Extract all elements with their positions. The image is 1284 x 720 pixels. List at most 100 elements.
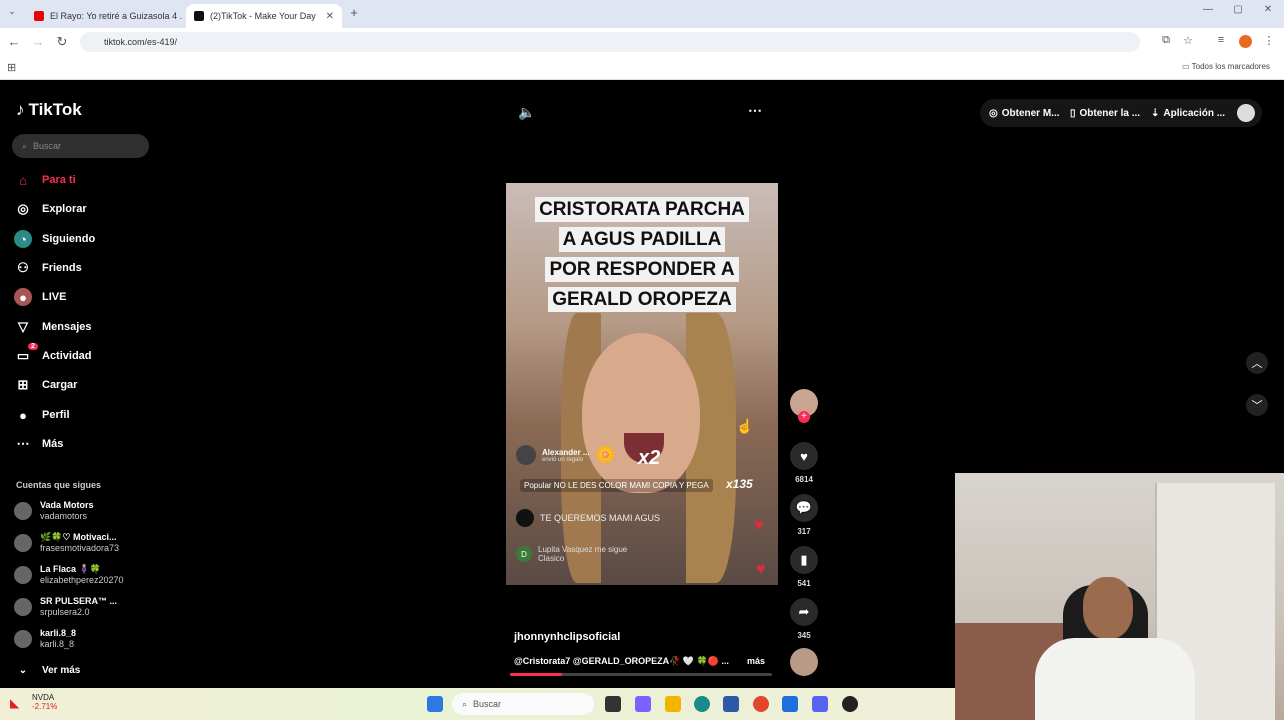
taskbar-search[interactable]: ⌕ Buscar [452, 693, 594, 715]
youtube-icon [34, 11, 44, 21]
account-user: karli.8_8 [40, 639, 75, 649]
following-section-title: Cuentas que sigues [16, 480, 102, 490]
get-coins-button[interactable]: ◎ Obtener M... [989, 102, 1060, 124]
music-disc-icon [790, 648, 818, 676]
tab-tiktok[interactable]: (2)TikTok - Make Your Day ✕ [186, 4, 342, 28]
obs-icon[interactable] [842, 696, 858, 712]
video-author[interactable]: jhonnynhclipsoficial [514, 631, 620, 643]
profile-icon: ● [19, 407, 27, 423]
account-name: La Flaca 🧍🏼‍♀️🍀 [40, 564, 101, 574]
task-view-icon[interactable] [605, 696, 621, 712]
bookmark-button[interactable]: ▮ 541 [790, 546, 818, 588]
url-text: tiktok.com/es-419/ [104, 37, 178, 47]
music-disc[interactable] [790, 648, 818, 676]
volume-icon[interactable]: 🔈 [518, 104, 535, 121]
close-window-icon[interactable]: ✕ [1260, 4, 1276, 15]
bookmarks-bar: ⊞ ▭ Todos los marcadores [0, 56, 1284, 80]
bookmark-icon: ▮ [790, 546, 818, 574]
nav-perfil[interactable]: ● Perfil [14, 404, 69, 426]
more-link[interactable]: más [747, 656, 765, 666]
chrome-icon[interactable] [753, 696, 769, 712]
desktop-app-button[interactable]: ⇣ Aplicación ... [1151, 102, 1225, 124]
person-body [1035, 638, 1195, 720]
browser-chrome: ⌄ El Rayo: Yo retiré a Guizasola 4 ... ✕… [0, 0, 1284, 80]
search-icon: ⌕ [22, 140, 28, 151]
more-icon: ⋯ [16, 436, 30, 451]
star-icon[interactable]: ☆ [1180, 34, 1196, 47]
video-player[interactable]: CRISTORATA PARCHA A AGUS PADILLA POR RES… [506, 183, 778, 585]
following-account[interactable]: SR PULSERA™ ... srpulsera2.0 [14, 596, 117, 618]
app-icon[interactable] [782, 696, 798, 712]
nav-siguiendo[interactable]: ◔ Siguiendo [14, 228, 95, 250]
store-icon[interactable] [723, 696, 739, 712]
popular-banner: Popular NO LE DES COLOR MAMI COPIA Y PEG… [520, 479, 713, 492]
nav-explorar[interactable]: ◎ Explorar [14, 198, 86, 220]
maximize-icon[interactable]: ▢ [1230, 4, 1246, 15]
address-bar-row: ← → ↻ tiktok.com/es-419/ ⧉ ☆ ≡ ⋮ [0, 28, 1284, 56]
nav-live[interactable]: ● LIVE [14, 286, 66, 308]
video-progress-bar[interactable] [510, 673, 772, 676]
profile-avatar[interactable] [1239, 35, 1252, 48]
minimize-icon[interactable]: — [1200, 4, 1216, 15]
see-more-button[interactable]: ⌄ Ver más [14, 659, 81, 681]
discord-icon[interactable] [812, 696, 828, 712]
close-tab-icon[interactable]: ✕ [326, 11, 334, 22]
following-account[interactable]: La Flaca 🧍🏼‍♀️🍀 elizabethperez20270 [14, 564, 124, 586]
apps-grid-icon[interactable]: ⊞ [7, 61, 16, 74]
following-icon: ◔ [14, 230, 32, 248]
account-user: frasesmotivadora73 [40, 543, 120, 553]
cursor-icon: ☝ [736, 418, 754, 434]
comment-text: Lupita Vasquez me sigue [538, 545, 628, 554]
more-options-icon[interactable]: ⋯ [748, 102, 762, 119]
back-icon[interactable]: ← [6, 34, 22, 49]
caption-line: CRISTORATA PARCHA [535, 197, 749, 222]
nav-friends[interactable]: ⚇ Friends [14, 257, 82, 279]
tab-youtube[interactable]: El Rayo: Yo retiré a Guizasola 4 ... ✕ [26, 4, 182, 28]
stock-label: NVDA [32, 693, 55, 702]
account-name: Vada Motors [40, 500, 94, 510]
copilot-icon[interactable] [635, 696, 651, 712]
video-caption: CRISTORATA PARCHA A AGUS PADILLA POR RES… [516, 195, 768, 315]
user-avatar[interactable] [1237, 104, 1255, 122]
windows-start-icon[interactable] [427, 696, 443, 712]
messages-icon: ▽ [18, 319, 28, 334]
nav-actividad[interactable]: ▭ 2 Actividad [14, 343, 92, 367]
download-icon: ⇣ [1151, 107, 1160, 119]
avatar [516, 509, 534, 527]
install-icon[interactable]: ⧉ [1158, 34, 1174, 47]
like-count: 6814 [795, 475, 813, 484]
all-bookmarks[interactable]: ▭ Todos los marcadores [1182, 62, 1270, 71]
following-account[interactable]: karli.8_8 karli.8_8 [14, 628, 76, 650]
like-button[interactable]: ♥ 6814 [790, 442, 818, 484]
stock-widget[interactable]: NVDA -2.71% [32, 693, 57, 711]
nav-para-ti[interactable]: ⌂ Para ti [14, 169, 76, 191]
follow-plus-icon[interactable]: + [798, 411, 810, 423]
progress-fill [510, 673, 563, 676]
edge-icon[interactable] [694, 696, 710, 712]
video-description: @Cristorata7 @GERALD_OROPEZA🥀 🤍 🍀🔴 ... [514, 656, 729, 666]
share-button[interactable]: ➦ 345 [790, 598, 818, 640]
previous-video-button[interactable]: ︿ [1246, 352, 1268, 374]
reload-icon[interactable]: ↻ [54, 34, 70, 50]
check-circle-icon: ◎ [989, 107, 998, 119]
comment-button[interactable]: 💬 317 [790, 494, 818, 536]
next-video-button[interactable]: ﹀ [1246, 394, 1268, 416]
creator-avatar[interactable]: + [790, 389, 818, 423]
new-tab-button[interactable]: + [346, 5, 362, 20]
avatar [14, 598, 32, 616]
menu-icon[interactable]: ⋮ [1261, 34, 1277, 47]
following-account[interactable]: Vada Motors vadamotors [14, 500, 94, 522]
file-explorer-icon[interactable] [665, 696, 681, 712]
url-input[interactable]: tiktok.com/es-419/ [80, 32, 1140, 52]
nav-mensajes[interactable]: ▽ Mensajes [14, 316, 92, 338]
tiktok-logo[interactable]: ♪ TikTok [16, 100, 82, 120]
nav-mas[interactable]: ⋯ Más [14, 433, 64, 455]
forward-icon[interactable]: → [30, 34, 46, 49]
extensions-icon[interactable]: ≡ [1213, 34, 1229, 46]
live-icon: ● [14, 288, 32, 306]
following-account[interactable]: 🌿🍀♡ Motivaci... frasesmotivadora73 [14, 532, 119, 554]
search-input[interactable]: ⌕ Buscar [12, 134, 149, 158]
tab-search-icon[interactable]: ⌄ [4, 6, 20, 17]
get-app-button[interactable]: ▯ Obtener la ... [1070, 102, 1140, 124]
nav-cargar[interactable]: ⊞ Cargar [14, 374, 78, 396]
